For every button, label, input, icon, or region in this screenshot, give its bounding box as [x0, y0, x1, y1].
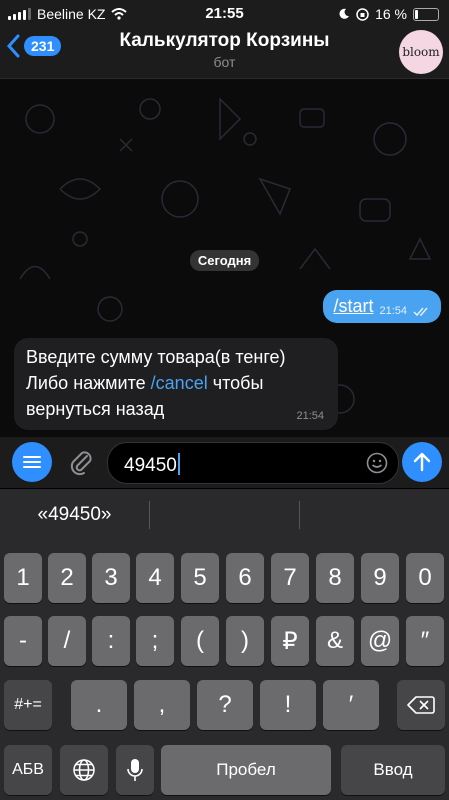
- status-bar: Beeline KZ 21:55 16 %: [0, 0, 449, 28]
- chat-header: 231 Калькулятор Корзины бот bloom: [0, 28, 449, 79]
- incoming-time: 21:54: [296, 410, 324, 422]
- send-button[interactable]: [402, 442, 442, 482]
- message-list[interactable]: Сегодня /start 21:54 Введите сумму товар…: [0, 79, 449, 437]
- avatar-logo-text: bloom: [402, 45, 440, 59]
- key-2[interactable]: 2: [48, 553, 86, 603]
- key-period[interactable]: .: [71, 680, 127, 730]
- backspace-icon: [407, 696, 435, 714]
- return-key[interactable]: Ввод: [341, 745, 445, 795]
- chat-title[interactable]: Калькулятор Корзины: [0, 30, 449, 52]
- key-globe[interactable]: [60, 745, 108, 795]
- message-line-2-prefix: Либо нажмите: [26, 373, 151, 393]
- date-label: Сегодня: [189, 250, 260, 271]
- suggestion-1[interactable]: «49450»: [0, 489, 149, 541]
- key-prime[interactable]: ′: [323, 680, 379, 730]
- battery-icon: [413, 7, 439, 21]
- key-question[interactable]: ?: [197, 680, 253, 730]
- key-ruble[interactable]: ₽: [271, 616, 309, 666]
- key-7[interactable]: 7: [271, 553, 309, 603]
- battery-percent: 16 %: [375, 6, 407, 22]
- globe-icon: [73, 759, 95, 781]
- outgoing-message[interactable]: /start 21:54: [323, 290, 441, 323]
- composer: 49450: [0, 437, 449, 488]
- key-6[interactable]: 6: [226, 553, 264, 603]
- key-0[interactable]: 0: [406, 553, 444, 603]
- cancel-command-link[interactable]: /cancel: [151, 373, 208, 393]
- status-right: 16 %: [338, 6, 439, 22]
- emoji-icon[interactable]: [366, 452, 388, 474]
- message-input-text: 49450: [124, 455, 177, 476]
- suggestion-2[interactable]: [150, 489, 299, 541]
- key-exclamation[interactable]: !: [260, 680, 316, 730]
- message-input-value: 49450: [124, 453, 180, 477]
- key-3[interactable]: 3: [92, 553, 130, 603]
- chat-subtitle: бот: [213, 54, 236, 70]
- key-hyphen[interactable]: -: [4, 616, 42, 666]
- key-colon[interactable]: :: [92, 616, 130, 666]
- key-symbols-toggle[interactable]: #+=: [4, 680, 52, 730]
- keyboard: 1 2 3 4 5 6 7 8 9 0 - / : ; ( ) ₽ & @ ″ …: [0, 541, 449, 800]
- battery-fill: [415, 9, 418, 19]
- text-caret: [177, 453, 180, 475]
- key-9[interactable]: 9: [361, 553, 399, 603]
- key-language[interactable]: АБВ: [4, 745, 52, 795]
- predictive-bar: «49450»: [0, 489, 449, 541]
- moon-icon: [339, 8, 350, 19]
- paperclip-icon: [70, 451, 92, 476]
- attach-button[interactable]: [66, 446, 96, 478]
- key-dictation[interactable]: [116, 745, 154, 795]
- message-line-3: вернуться назад: [26, 399, 165, 419]
- arrow-up-icon: [413, 452, 431, 472]
- key-double-prime[interactable]: ″: [406, 616, 444, 666]
- bot-avatar[interactable]: bloom: [399, 30, 443, 74]
- incoming-message[interactable]: Введите сумму товара(в тенге) Либо нажми…: [14, 338, 338, 430]
- key-at[interactable]: @: [361, 616, 399, 666]
- message-line-2: Либо нажмите /cancel чтобы: [26, 370, 326, 396]
- key-4[interactable]: 4: [136, 553, 174, 603]
- suggestion-3[interactable]: [300, 489, 449, 541]
- key-semicolon[interactable]: ;: [136, 616, 174, 666]
- key-5[interactable]: 5: [181, 553, 219, 603]
- backspace-key[interactable]: [397, 680, 445, 730]
- outgoing-time: 21:54: [379, 305, 407, 317]
- key-slash[interactable]: /: [48, 616, 86, 666]
- menu-icon: [23, 456, 41, 468]
- orientation-lock-icon: [356, 7, 369, 21]
- outgoing-command-link[interactable]: /start: [333, 296, 373, 317]
- space-key[interactable]: Пробел: [161, 745, 331, 795]
- date-separator: Сегодня: [0, 250, 449, 271]
- key-ampersand[interactable]: &: [316, 616, 354, 666]
- key-close-paren[interactable]: ): [226, 616, 264, 666]
- double-check-icon: [413, 307, 428, 317]
- key-1[interactable]: 1: [4, 553, 42, 603]
- key-8[interactable]: 8: [316, 553, 354, 603]
- bot-menu-button[interactable]: [12, 442, 52, 482]
- microphone-icon: [127, 759, 143, 781]
- message-input[interactable]: 49450: [107, 442, 399, 484]
- message-line-1: Введите сумму товара(в тенге): [26, 347, 286, 367]
- key-comma[interactable]: ,: [134, 680, 190, 730]
- message-line-2-suffix: чтобы: [207, 373, 264, 393]
- key-open-paren[interactable]: (: [181, 616, 219, 666]
